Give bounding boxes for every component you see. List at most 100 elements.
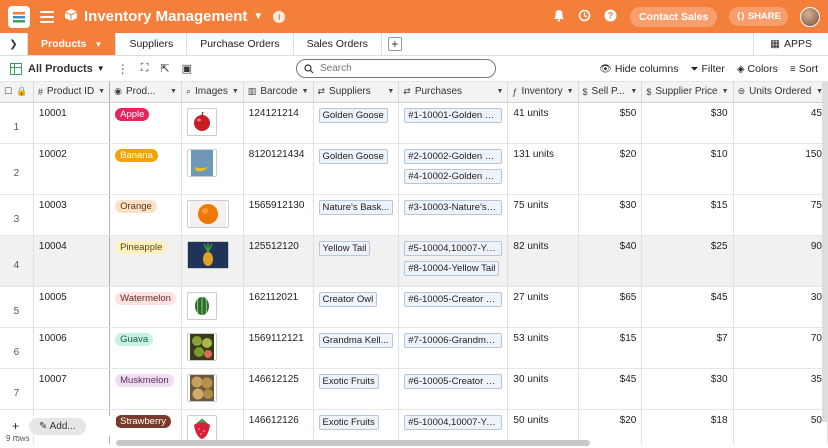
- menu-icon[interactable]: [40, 10, 54, 23]
- table-row[interactable]: 810007Strawberry146612126Exotic Fruits#5…: [0, 409, 828, 444]
- export-icon[interactable]: ⇱: [160, 62, 169, 75]
- column-header-supplier-price[interactable]: $ Supplier Price ▼: [641, 82, 734, 103]
- bell-icon[interactable]: [552, 9, 566, 25]
- cell-sell-price[interactable]: $65: [578, 286, 643, 328]
- cell-units-ordered[interactable]: 90: [733, 235, 828, 287]
- linked-record-chip[interactable]: Exotic Fruits: [318, 414, 379, 430]
- cell-product-id[interactable]: 10005: [33, 286, 111, 328]
- cell-suppliers[interactable]: Creator Owl: [313, 286, 400, 328]
- cell-images[interactable]: [181, 286, 244, 328]
- cell-barcode[interactable]: 1569112121: [243, 327, 314, 369]
- cell-suppliers[interactable]: Grandma Kell...: [313, 327, 400, 369]
- cell-suppliers[interactable]: Yellow Tail: [313, 235, 400, 287]
- table-row[interactable]: 1 10001 Apple 124121214 Golden Goose #1-10001…: [0, 102, 828, 144]
- app-title[interactable]: Inventory Management: [84, 8, 247, 25]
- cell-sell-price[interactable]: $20: [578, 143, 643, 195]
- cell-barcode[interactable]: 125512120: [243, 235, 314, 287]
- linked-record-chip[interactable]: #3-10003-Nature's Bask...: [404, 199, 503, 215]
- cell-supplier-price[interactable]: $15: [641, 194, 734, 236]
- app-logo-icon[interactable]: [8, 5, 30, 28]
- cell-images[interactable]: [181, 235, 244, 287]
- linked-record-chip[interactable]: #8-10004-Yellow Tail: [404, 260, 500, 276]
- cell-inventory[interactable]: 82 units: [507, 235, 579, 287]
- column-menu-icon[interactable]: ▼: [170, 88, 177, 95]
- share-button[interactable]: ⟨⟩ SHARE: [729, 7, 788, 26]
- add-row-plus-icon[interactable]: +: [12, 419, 19, 433]
- column-menu-icon[interactable]: ▼: [630, 88, 637, 95]
- cell-purchases[interactable]: #3-10003-Nature's Bask...: [398, 194, 509, 236]
- cell-supplier-price[interactable]: $18: [641, 409, 734, 444]
- column-menu-icon[interactable]: ▼: [302, 88, 309, 95]
- info-icon[interactable]: i: [273, 10, 286, 23]
- cell-barcode[interactable]: 146612125: [243, 368, 314, 410]
- column-menu-icon[interactable]: ▼: [232, 88, 239, 95]
- row-number[interactable]: 7: [0, 368, 34, 410]
- cell-purchases[interactable]: #5-10004,10007-Yellow ...: [398, 409, 509, 444]
- linked-record-chip[interactable]: Golden Goose: [318, 148, 388, 164]
- cell-units-ordered[interactable]: 70: [733, 327, 828, 369]
- cell-product-id[interactable]: 10004: [33, 235, 111, 287]
- cell-supplier-price[interactable]: $7: [641, 327, 734, 369]
- cell-product[interactable]: Watermelon: [109, 286, 182, 328]
- cell-product-id[interactable]: 10001: [33, 102, 111, 144]
- cell-supplier-price[interactable]: $30: [641, 368, 734, 410]
- apps-button[interactable]: ▦ APPS: [753, 33, 828, 55]
- cell-sell-price[interactable]: $15: [578, 327, 643, 369]
- cell-images[interactable]: [181, 409, 244, 444]
- colors-button[interactable]: ◈ Colors: [737, 63, 778, 75]
- cell-product[interactable]: Banana: [109, 143, 182, 195]
- history-icon[interactable]: [578, 9, 592, 25]
- column-header-images[interactable]: ⌕ Images ▼: [181, 82, 244, 103]
- cell-product[interactable]: Apple: [109, 102, 182, 144]
- banana-image[interactable]: [186, 148, 217, 177]
- checkbox-icon[interactable]: ☐: [4, 86, 12, 97]
- table-row[interactable]: 3 10003 Orange 1565912130 Nature's Bask... #3…: [0, 194, 828, 236]
- chevron-down-icon[interactable]: ▼: [97, 64, 105, 73]
- cell-suppliers[interactable]: Exotic Fruits: [313, 368, 400, 410]
- cell-units-ordered[interactable]: 35: [733, 368, 828, 410]
- tab-sales-orders[interactable]: Sales Orders: [294, 33, 382, 55]
- column-header-barcode[interactable]: ▥ Barcode ▼: [243, 82, 314, 103]
- horizontal-scrollbar[interactable]: [116, 440, 590, 446]
- cell-sell-price[interactable]: $50: [578, 102, 643, 144]
- apple-image[interactable]: [186, 107, 217, 136]
- linked-record-chip[interactable]: #6-10005-Creator Owl: [404, 291, 503, 307]
- cell-purchases[interactable]: #1-10001-Golden Goose: [398, 102, 509, 144]
- cell-product[interactable]: Pineapple: [109, 235, 182, 287]
- column-menu-icon[interactable]: ▼: [496, 88, 503, 95]
- cell-images[interactable]: [181, 102, 244, 144]
- cell-product[interactable]: Orange: [109, 194, 182, 236]
- search-input[interactable]: [320, 63, 480, 74]
- cell-purchases[interactable]: #2-10002-Golden Goose #4-10002-Golden Goo…: [398, 143, 509, 195]
- cell-barcode[interactable]: 162112021: [243, 286, 314, 328]
- cell-sell-price[interactable]: $45: [578, 368, 643, 410]
- cell-inventory[interactable]: 30 units: [507, 368, 579, 410]
- cell-images[interactable]: [181, 327, 244, 369]
- cell-barcode[interactable]: 124121214: [243, 102, 314, 144]
- orange-image[interactable]: [186, 199, 229, 228]
- cell-images[interactable]: [181, 143, 244, 195]
- guava-image[interactable]: [186, 332, 217, 361]
- linked-record-chip[interactable]: Nature's Bask...: [318, 199, 394, 215]
- cell-inventory[interactable]: 75 units: [507, 194, 579, 236]
- column-header-inventory[interactable]: ƒ Inventory ▼: [507, 82, 579, 103]
- row-number[interactable]: 6: [0, 327, 34, 369]
- cell-product-id[interactable]: 10002: [33, 143, 111, 195]
- column-header-units-ordered[interactable]: ⊜ Units Ordered ▼: [733, 82, 828, 103]
- tab-products[interactable]: Products ▼: [28, 33, 117, 55]
- hide-columns-button[interactable]: 👁 Hide columns: [599, 63, 678, 75]
- cell-suppliers[interactable]: Exotic Fruits: [313, 409, 400, 444]
- search-box[interactable]: [296, 59, 496, 78]
- help-icon[interactable]: ?: [604, 9, 618, 25]
- cell-purchases[interactable]: #7-10006-Grandma Kell...: [398, 327, 509, 369]
- cell-supplier-price[interactable]: $10: [641, 143, 734, 195]
- table-row[interactable]: 5 10005 Watermelon 162112021 Creator Owl #6-1…: [0, 286, 828, 328]
- cell-images[interactable]: [181, 368, 244, 410]
- cell-product[interactable]: Muskmelon: [109, 368, 182, 410]
- cell-product[interactable]: Guava: [109, 327, 182, 369]
- table-row[interactable]: 4 10004 Pineapple 125512120 Yellow Tail #5-10…: [0, 235, 828, 287]
- cell-barcode[interactable]: 8120121434: [243, 143, 314, 195]
- cell-inventory[interactable]: 41 units: [507, 102, 579, 144]
- column-header-purchases[interactable]: ⇄ Purchases ▼: [398, 82, 509, 103]
- row-number[interactable]: 3: [0, 194, 34, 236]
